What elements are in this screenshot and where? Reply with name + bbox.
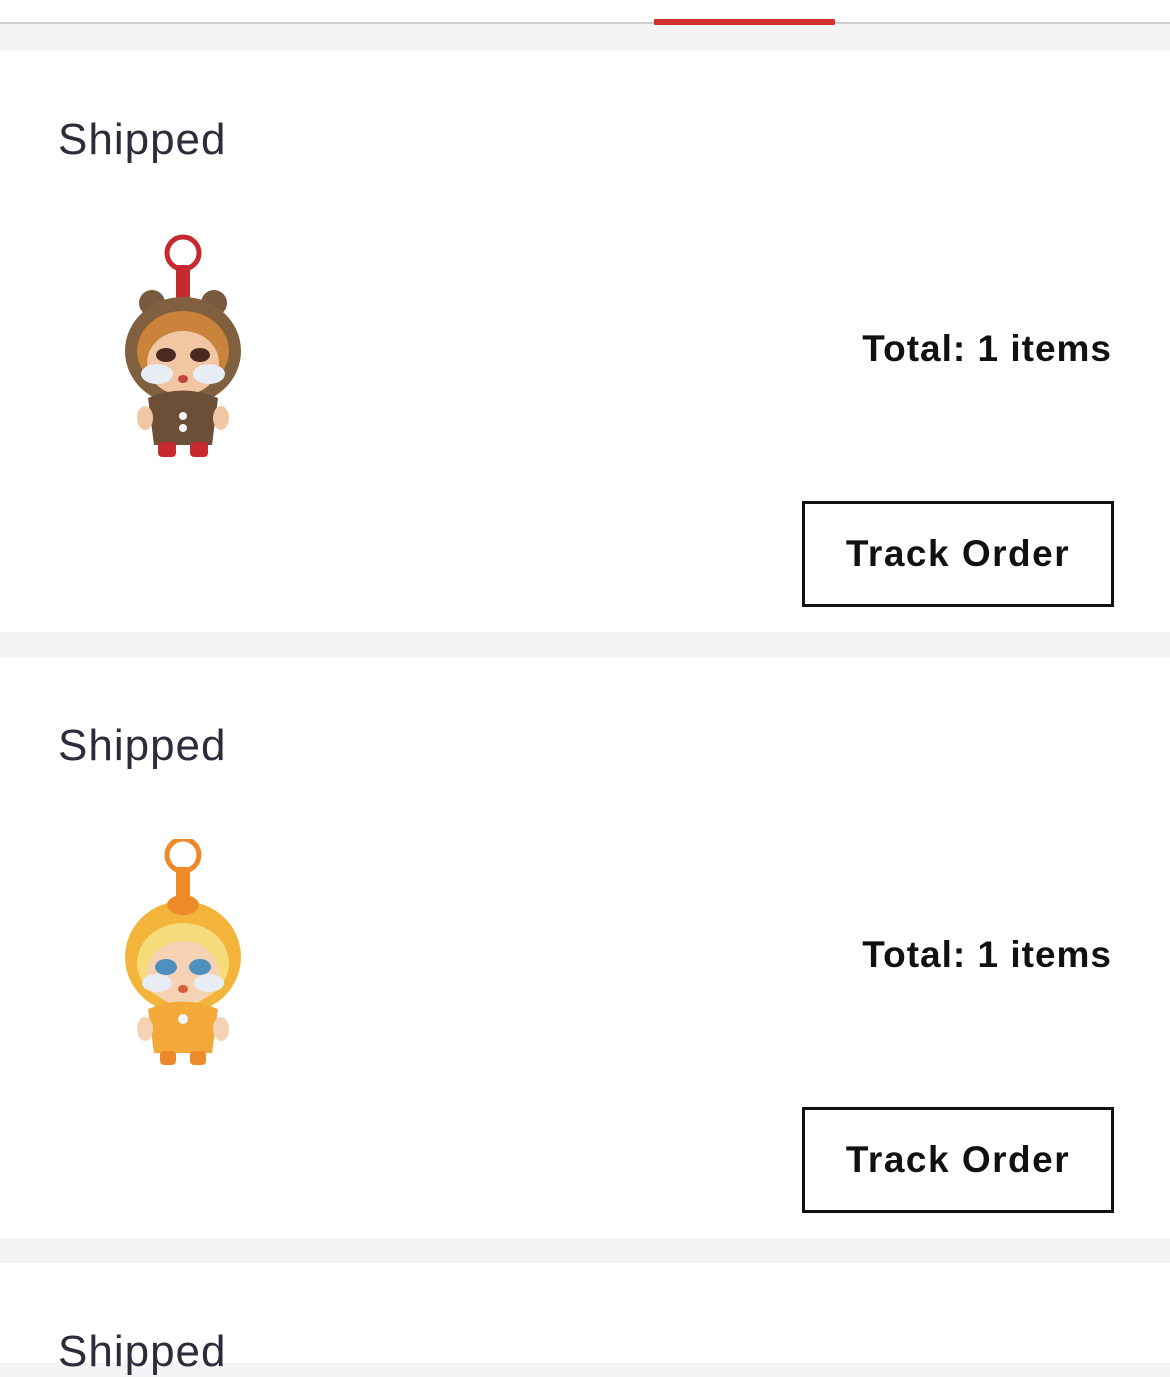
red-bear-doll-keychain-icon[interactable] bbox=[108, 233, 258, 468]
order-tabs-bar bbox=[0, 0, 1170, 25]
order-status: Shipped bbox=[58, 721, 227, 770]
order-card[interactable]: Shipped bbox=[0, 1263, 1170, 1376]
order-status: Shipped bbox=[58, 115, 227, 164]
active-tab-indicator bbox=[654, 19, 835, 25]
order-card[interactable]: Shipped Total: 1 items Track Order bbox=[0, 51, 1170, 632]
order-status: Shipped bbox=[58, 1327, 227, 1376]
track-order-button[interactable]: Track Order bbox=[802, 1107, 1114, 1213]
order-total: Total: 1 items bbox=[862, 328, 1112, 369]
track-order-button[interactable]: Track Order bbox=[802, 501, 1114, 607]
yellow-duck-doll-keychain-icon[interactable] bbox=[108, 839, 258, 1074]
order-card[interactable]: Shipped Total: 1 items Track Order bbox=[0, 657, 1170, 1238]
order-total: Total: 1 items bbox=[862, 934, 1112, 975]
